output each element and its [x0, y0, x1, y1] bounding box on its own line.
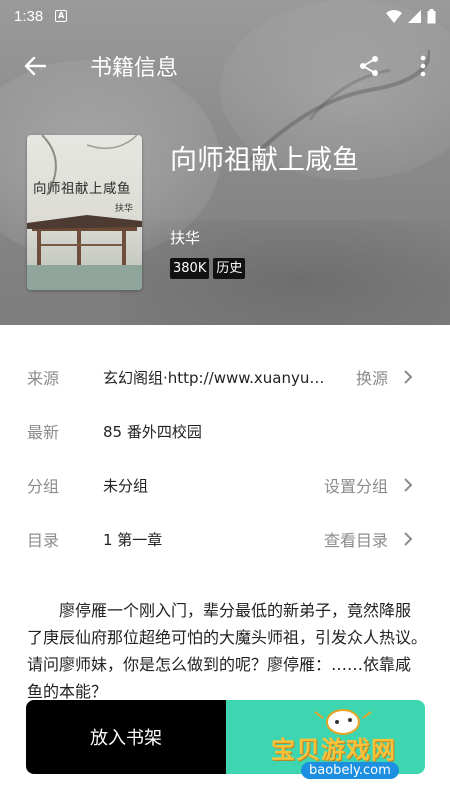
- chevron-right-icon: [404, 478, 413, 492]
- cover-title: 向师祖献上咸鱼: [33, 181, 131, 197]
- latest-row: 最新 85 番外四校园: [0, 404, 450, 458]
- toolbar: 书籍信息: [0, 38, 450, 94]
- book-author[interactable]: 扶华: [170, 227, 200, 248]
- group-row[interactable]: 分组 未分组 设置分组: [0, 458, 450, 512]
- more-button[interactable]: [408, 50, 438, 82]
- toc-value: 1 第一章: [103, 530, 163, 549]
- set-group-button[interactable]: 设置分组: [324, 473, 388, 497]
- toc-row[interactable]: 目录 1 第一章 查看目录: [0, 512, 450, 566]
- wifi-icon: [386, 9, 402, 23]
- cover-author: 扶华: [115, 204, 134, 214]
- watermark-url: baobely.com: [301, 762, 399, 779]
- change-source-button[interactable]: 换源: [356, 365, 388, 389]
- notification-a-icon: A: [55, 10, 68, 22]
- chevron-right-icon: [404, 370, 413, 384]
- back-button[interactable]: [0, 38, 70, 94]
- book-tags: 380K 历史: [170, 258, 246, 279]
- tag-category: 历史: [213, 258, 246, 279]
- share-icon: [360, 56, 378, 76]
- source-row[interactable]: 来源 玄幻阁组·http://www.xuanyuange.org 换源: [0, 350, 450, 404]
- latest-label: 最新: [27, 423, 60, 442]
- book-cover[interactable]: 向师祖献上咸鱼 扶华: [27, 135, 142, 290]
- source-label: 来源: [27, 369, 60, 388]
- back-arrow-icon: [24, 56, 46, 76]
- watermark-text: 宝贝游戏网: [271, 736, 396, 764]
- page-title: 书籍信息: [90, 56, 179, 81]
- status-time: 1:38: [14, 7, 44, 25]
- source-value: 玄幻阁组·http://www.xuanyuange.org: [103, 368, 328, 387]
- book-title: 向师祖献上咸鱼: [170, 145, 359, 176]
- share-button[interactable]: [352, 50, 386, 82]
- group-value: 未分组: [103, 476, 149, 495]
- tag-word-count: 380K: [170, 258, 210, 279]
- view-toc-button[interactable]: 查看目录: [324, 527, 388, 551]
- book-description: 廖停雁一个刚入门，辈分最低的新弟子，竟然降服了庚辰仙府那位超绝可怕的大魔头师祖，…: [27, 601, 436, 701]
- latest-value: 85 番外四校园: [103, 422, 202, 441]
- add-to-shelf-button[interactable]: 放入书架: [26, 700, 226, 774]
- status-bar: 1:38 A: [0, 0, 450, 32]
- toc-label: 目录: [27, 531, 60, 550]
- more-vert-icon: [420, 55, 426, 77]
- group-label: 分组: [27, 477, 60, 496]
- battery-icon: [427, 8, 436, 23]
- chevron-right-icon: [404, 532, 413, 546]
- watermark: 宝贝游戏网 baobely.com: [265, 700, 425, 795]
- signal-icon: [408, 9, 421, 23]
